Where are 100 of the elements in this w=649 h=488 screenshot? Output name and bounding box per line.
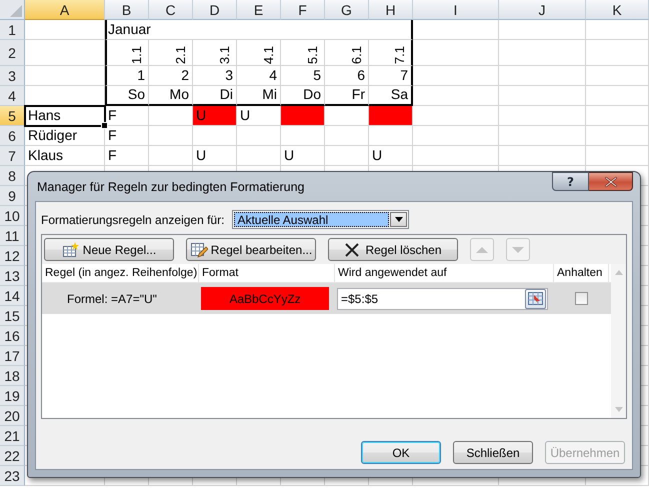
table-cell[interactable]: U — [369, 146, 413, 166]
row-header[interactable]: 18 — [0, 366, 25, 386]
table-cell[interactable]: Mo — [149, 86, 193, 106]
table-cell[interactable] — [193, 126, 237, 146]
toolbar-button[interactable]: Regel bearbeiten... — [186, 238, 316, 261]
table-cell[interactable]: 3 — [193, 66, 237, 86]
table-cell[interactable] — [499, 106, 586, 126]
dialog-button[interactable]: Schließen — [453, 441, 533, 464]
row-header[interactable]: 17 — [0, 346, 25, 366]
table-cell[interactable] — [149, 146, 193, 166]
table-cell[interactable]: Hans — [25, 106, 105, 126]
column-header[interactable]: A — [25, 0, 105, 20]
row-header[interactable]: 15 — [0, 306, 25, 326]
table-cell[interactable]: Rüdiger — [25, 126, 105, 146]
toolbar-button[interactable]: Neue Regel... — [44, 238, 174, 261]
row-header[interactable]: 7 — [0, 146, 25, 166]
table-cell[interactable]: 5 — [281, 66, 325, 86]
table-cell[interactable]: 2 — [149, 66, 193, 86]
table-cell[interactable] — [586, 20, 649, 40]
row-header[interactable]: 6 — [0, 126, 25, 146]
table-cell[interactable] — [413, 40, 499, 66]
column-header[interactable]: E — [237, 0, 281, 20]
column-header[interactable]: J — [499, 0, 586, 20]
table-cell[interactable]: U — [193, 146, 237, 166]
table-cell[interactable]: U — [281, 146, 325, 166]
column-header[interactable]: I — [413, 0, 499, 20]
table-cell[interactable] — [413, 106, 499, 126]
table-cell[interactable] — [413, 146, 499, 166]
table-cell[interactable] — [25, 66, 105, 86]
table-cell[interactable]: 5.1 — [281, 40, 325, 66]
table-cell[interactable] — [325, 126, 369, 146]
table-cell[interactable]: 6.1 — [325, 40, 369, 66]
row-header[interactable]: 11 — [0, 226, 25, 246]
table-cell[interactable] — [586, 40, 649, 66]
column-header[interactable]: C — [149, 0, 193, 20]
table-cell[interactable] — [586, 126, 649, 146]
table-cell[interactable]: F — [105, 126, 149, 146]
row-header[interactable]: 23 — [0, 466, 25, 486]
table-cell[interactable]: Mi — [237, 86, 281, 106]
table-cell[interactable] — [586, 66, 649, 86]
table-cell[interactable] — [586, 146, 649, 166]
table-cell[interactable]: 4 — [237, 66, 281, 86]
table-cell[interactable] — [499, 66, 586, 86]
table-cell[interactable]: 4.1 — [237, 40, 281, 66]
table-cell[interactable] — [325, 146, 369, 166]
table-cell[interactable]: Fr — [325, 86, 369, 106]
row-header[interactable]: 20 — [0, 406, 25, 426]
table-cell[interactable] — [281, 126, 325, 146]
table-cell[interactable] — [586, 86, 649, 106]
row-header[interactable]: 16 — [0, 326, 25, 346]
row-header[interactable]: 13 — [0, 266, 25, 286]
toolbar-button[interactable]: Regel löschen — [328, 238, 458, 261]
scope-dropdown[interactable]: Aktuelle Auswahl — [232, 210, 410, 229]
table-cell[interactable] — [413, 86, 499, 106]
row-header[interactable]: 22 — [0, 446, 25, 466]
row-header[interactable]: 2 — [0, 40, 25, 66]
row-header[interactable]: 12 — [0, 246, 25, 266]
column-header[interactable]: K — [586, 0, 649, 20]
column-header[interactable]: G — [325, 0, 369, 20]
scrollbar[interactable] — [611, 264, 626, 418]
row-header[interactable]: 14 — [0, 286, 25, 306]
row-header[interactable]: 1 — [0, 20, 25, 40]
table-cell[interactable]: 1 — [105, 66, 149, 86]
row-header[interactable]: 5 — [0, 106, 25, 126]
table-cell[interactable]: So — [105, 86, 149, 106]
table-cell[interactable]: 3.1 — [193, 40, 237, 66]
table-cell[interactable]: 7.1 — [369, 40, 413, 66]
row-header[interactable]: 9 — [0, 186, 25, 206]
table-cell[interactable]: F — [105, 146, 149, 166]
row-header[interactable]: 3 — [0, 66, 25, 86]
table-cell[interactable] — [281, 106, 325, 126]
table-cell[interactable] — [25, 20, 105, 40]
close-button[interactable] — [589, 172, 633, 191]
rule-row[interactable]: Formel: =A7="U" AaBbCcYyZz =$5:$5 — [42, 283, 611, 314]
table-cell[interactable]: 6 — [325, 66, 369, 86]
help-button[interactable]: ? — [552, 172, 589, 191]
column-header[interactable]: H — [369, 0, 413, 20]
table-cell[interactable] — [499, 20, 586, 40]
table-cell[interactable] — [413, 126, 499, 146]
table-cell[interactable] — [237, 146, 281, 166]
column-header[interactable]: D — [193, 0, 237, 20]
checkbox[interactable] — [575, 292, 588, 305]
table-cell[interactable] — [413, 66, 499, 86]
row-header[interactable]: 10 — [0, 206, 25, 226]
table-cell[interactable]: Januar — [105, 20, 413, 40]
table-cell[interactable] — [369, 106, 413, 126]
table-cell[interactable] — [499, 146, 586, 166]
range-picker-button[interactable] — [525, 288, 546, 308]
range-field[interactable]: =$5:$5 — [337, 288, 548, 310]
row-header[interactable]: 21 — [0, 426, 25, 446]
table-cell[interactable]: 7 — [369, 66, 413, 86]
table-cell[interactable] — [586, 106, 649, 126]
table-cell[interactable] — [499, 126, 586, 146]
row-header[interactable]: 8 — [0, 166, 25, 186]
table-cell[interactable] — [499, 86, 586, 106]
table-cell[interactable] — [149, 126, 193, 146]
dialog-button[interactable]: OK — [361, 441, 441, 464]
table-cell[interactable] — [25, 40, 105, 66]
column-header[interactable]: B — [105, 0, 149, 20]
table-cell[interactable] — [369, 126, 413, 146]
